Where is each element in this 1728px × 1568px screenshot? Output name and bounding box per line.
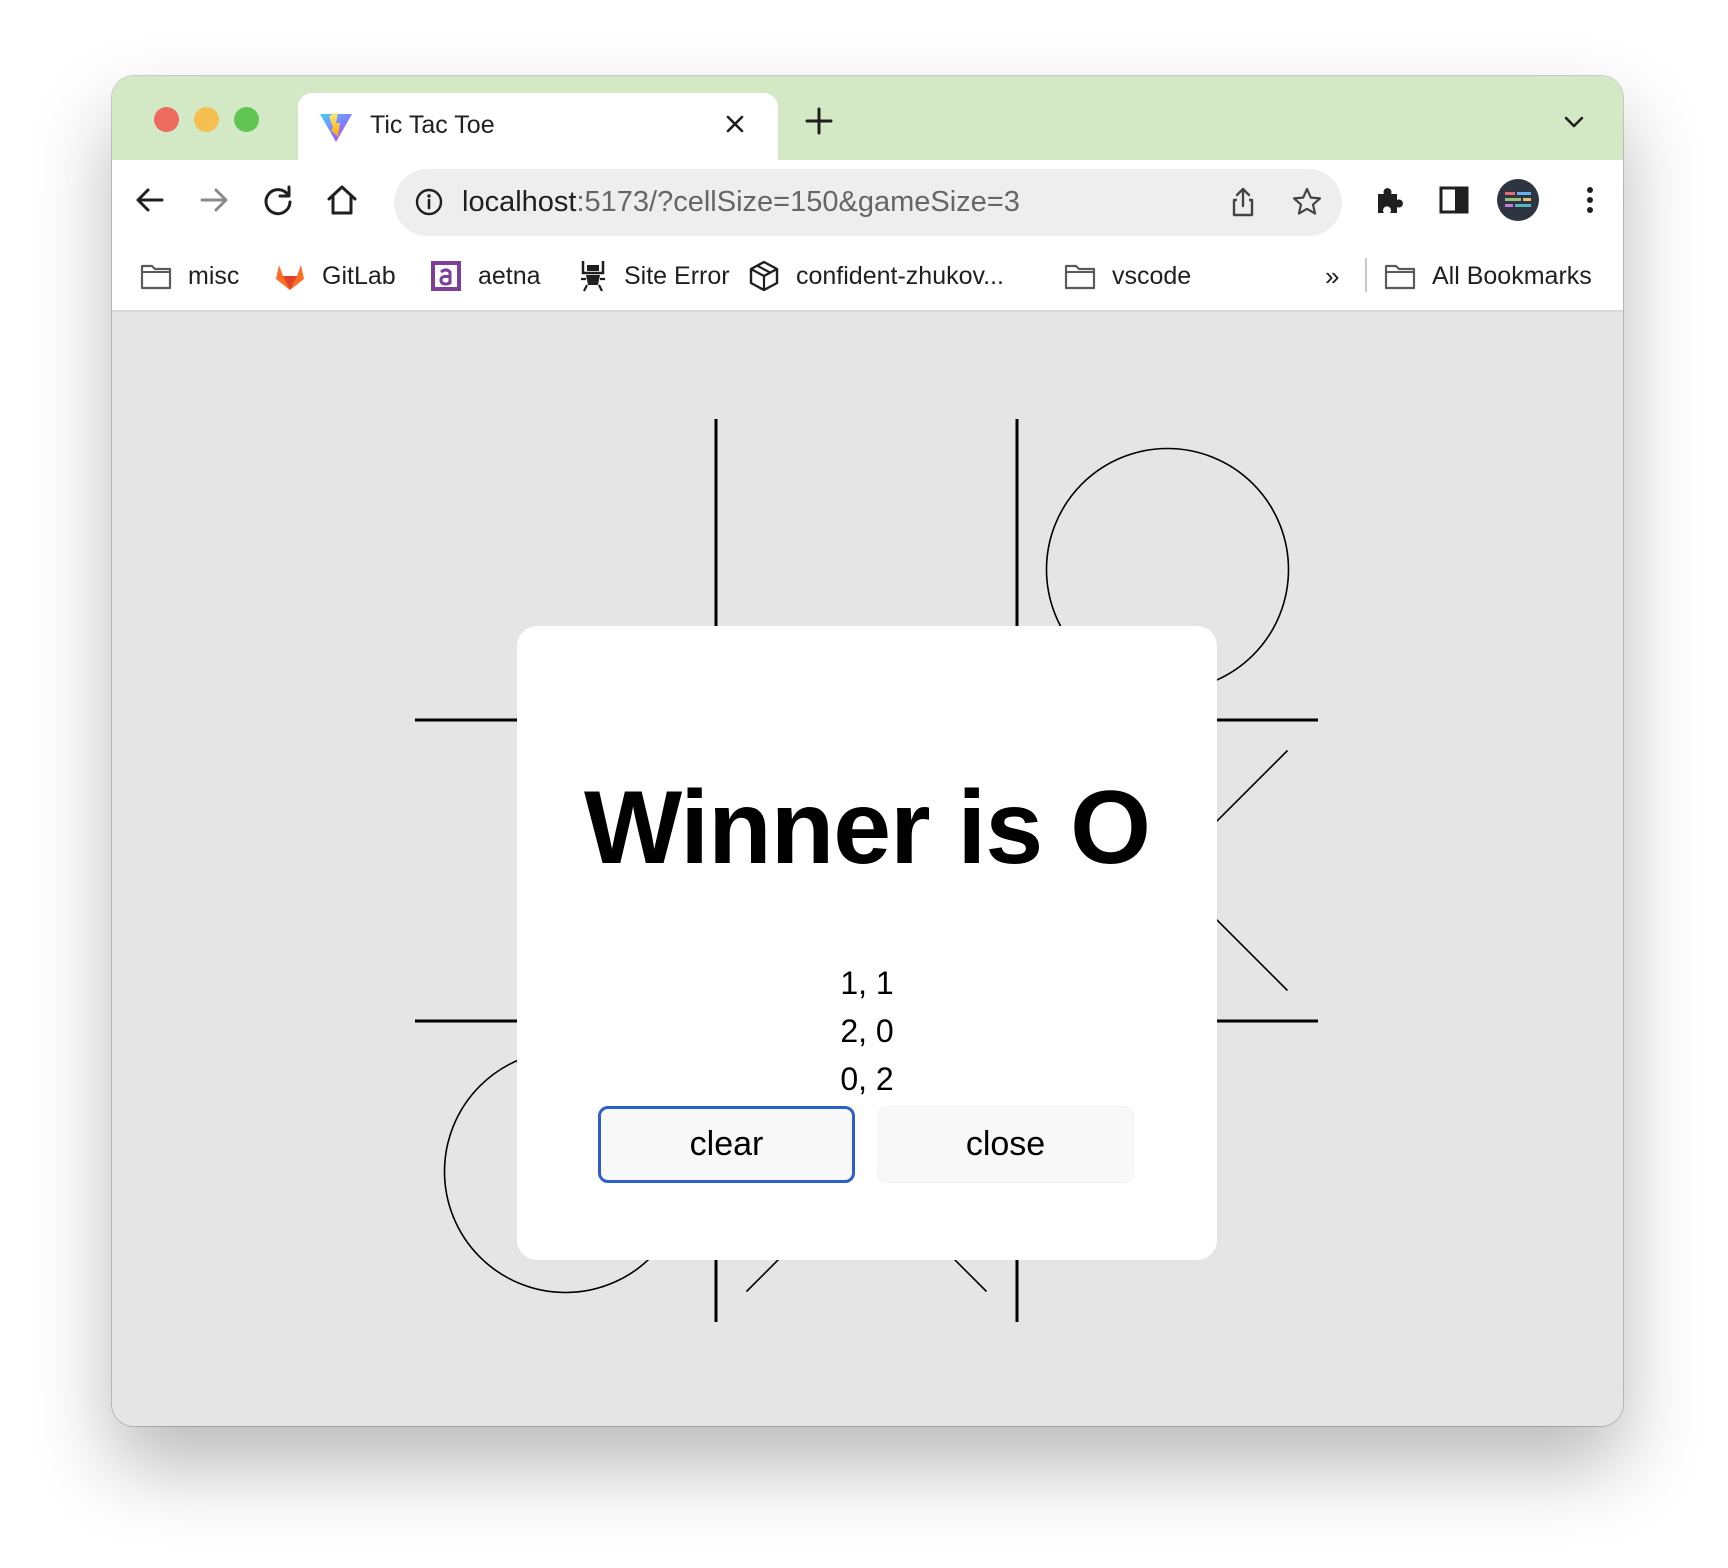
more-vertical-icon[interactable] (1572, 182, 1608, 218)
chevron-down-icon[interactable] (1562, 110, 1586, 134)
bookmarks-overflow-button[interactable]: » (1325, 256, 1339, 296)
url-path: :5173/?cellSize=150&gameSize=3 (576, 186, 1020, 218)
tab-strip: Tic Tac Toe (112, 76, 1623, 160)
folder-icon (1384, 264, 1416, 290)
vite-icon (320, 112, 352, 142)
url-text[interactable]: localhost:5173/?cellSize=150&gameSize=3 (462, 186, 1020, 219)
side-panel-icon[interactable] (1436, 182, 1472, 218)
bookmarks-separator (1365, 258, 1367, 292)
bookmark-vscode[interactable]: vscode (1064, 256, 1191, 296)
aetna-icon (431, 261, 461, 291)
winning-cell-coordinate: 2, 0 (840, 1013, 894, 1049)
winner-title: Winner is O (584, 770, 1151, 886)
tab-title: Tic Tac Toe (370, 111, 495, 139)
bookmarks-bar: misc GitLab aetna Site Error confident-z… (112, 242, 1623, 312)
browser-toolbar: localhost:5173/?cellSize=150&gameSize=3 (112, 160, 1623, 242)
bookmark-label: confident-zhukov... (796, 261, 1004, 290)
all-bookmarks-button[interactable]: All Bookmarks (1384, 256, 1592, 296)
bookmark-star-icon[interactable] (1290, 185, 1324, 219)
bookmark-label: misc (188, 261, 240, 290)
bookmark-label: GitLab (322, 261, 396, 290)
bookmark-gitlab[interactable]: GitLab (274, 256, 396, 296)
bookmark-label: All Bookmarks (1432, 261, 1592, 290)
close-icon[interactable] (718, 107, 752, 141)
bookmark-confident-zhukov[interactable]: confident-zhukov... (748, 256, 1004, 296)
reload-icon[interactable] (260, 182, 296, 218)
folder-icon (140, 264, 172, 290)
gitlab-icon (276, 265, 304, 290)
new-tab-icon[interactable] (804, 106, 834, 136)
url-host: localhost (462, 186, 577, 218)
minimize-window-button[interactable] (194, 107, 219, 132)
bookmark-aetna[interactable]: aetna (430, 256, 541, 296)
address-bar[interactable]: localhost:5173/?cellSize=150&gameSize=3 (394, 169, 1342, 236)
bookmark-label: vscode (1112, 261, 1192, 290)
page-content: Winner is O 1, 1 2, 0 0, 2 clear close (112, 312, 1623, 1426)
winning-cell-coordinate: 0, 2 (840, 1061, 894, 1097)
close-button[interactable]: close (877, 1106, 1134, 1183)
site-error-icon (581, 261, 605, 292)
codesandbox-icon (749, 260, 779, 292)
extensions-puzzle-icon[interactable] (1372, 182, 1408, 218)
winner-dialog: Winner is O 1, 1 2, 0 0, 2 clear close (517, 626, 1217, 1260)
close-window-button[interactable] (154, 107, 179, 132)
forward-arrow-icon[interactable] (196, 182, 232, 218)
winning-cells-list: 1, 1 2, 0 0, 2 (517, 959, 1217, 1103)
tab-tic-tac-toe[interactable]: Tic Tac Toe (298, 93, 778, 160)
clear-button[interactable]: clear (598, 1106, 855, 1183)
profile-avatar-icon[interactable] (1496, 178, 1540, 222)
site-info-icon[interactable] (414, 187, 444, 217)
back-arrow-icon[interactable] (132, 182, 168, 218)
home-icon[interactable] (324, 182, 360, 218)
bookmark-label: Site Error (624, 261, 730, 290)
bookmark-misc[interactable]: misc (140, 256, 239, 296)
bookmark-label: aetna (478, 261, 541, 290)
browser-window: Tic Tac Toe localhost:5173/?cellSize=150… (112, 76, 1623, 1426)
folder-icon (1064, 264, 1096, 290)
bookmark-site-error[interactable]: Site Error (578, 256, 730, 296)
winning-cell-coordinate: 1, 1 (840, 965, 894, 1001)
share-icon[interactable] (1226, 185, 1260, 219)
maximize-window-button[interactable] (234, 107, 259, 132)
